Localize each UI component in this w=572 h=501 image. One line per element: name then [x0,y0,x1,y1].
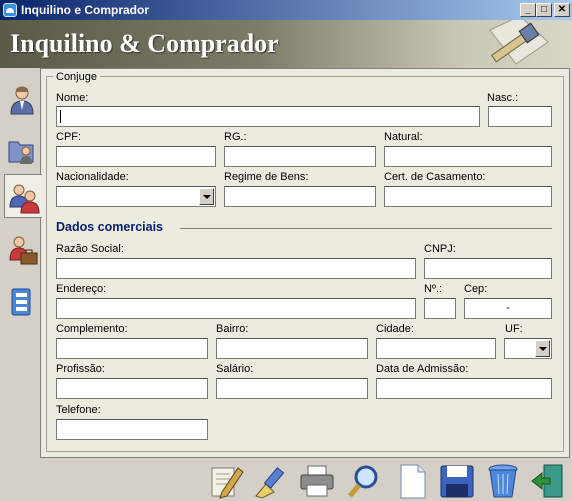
sidebar-item-spouse[interactable] [4,174,42,218]
admissao-label: Data de Admissão: [376,363,469,375]
rg-label: RG.: [224,131,247,143]
nome-field[interactable] [56,106,480,127]
person-icon [10,86,34,115]
cpf-field[interactable] [56,146,216,167]
nasc-label: Nasc.: [487,92,519,104]
trash-icon[interactable] [484,462,522,500]
section-title-comercial: Dados comerciais [56,220,163,234]
profissao-label: Profissão: [56,363,105,375]
uf-select[interactable] [504,338,552,359]
razao-field[interactable] [56,258,416,279]
numero-label: Nº.: [424,283,443,295]
cep-field[interactable]: - [464,298,552,319]
window-title: Inquilino e Comprador [21,3,149,17]
uf-label: UF: [505,323,523,335]
rg-field[interactable] [224,146,376,167]
conjuge-legend: Conjuge [53,71,100,83]
minimize-button[interactable]: _ [520,3,536,17]
natural-field[interactable] [384,146,552,167]
title-bar: Inquilino e Comprador _ □ ✕ [0,0,572,20]
cert-field[interactable] [384,186,552,207]
bairro-label: Bairro: [216,323,249,335]
regime-label: Regime de Bens: [224,171,309,183]
folder-person-icon [8,141,34,164]
regime-field[interactable] [224,186,376,207]
complemento-label: Complemento: [56,323,128,335]
nome-label: Nome: [56,92,89,104]
exit-door-icon[interactable] [530,462,568,500]
cep-label: Cep: [464,283,488,295]
sidebar-item-folder[interactable] [4,128,40,172]
chevron-down-icon[interactable] [535,340,550,357]
header-banner: Inquilino & Comprador [0,20,572,68]
cpf-label: CPF: [56,131,82,143]
close-button[interactable]: ✕ [554,3,570,17]
sidebar-item-documents[interactable] [4,280,40,324]
sidebar-item-tenant[interactable] [4,78,40,122]
nacionalidade-select[interactable] [56,186,216,207]
edit-pen-icon[interactable] [208,462,246,500]
nasc-field[interactable] [488,106,552,127]
app-cloud-icon [3,3,17,17]
couple-icon [9,184,40,214]
save-disk-icon[interactable] [438,462,476,500]
sidebar-item-business[interactable] [4,228,40,272]
document-edit-icon [11,288,31,316]
salario-label: Salário: [216,363,254,375]
razao-label: Razão Social: [56,243,124,255]
search-icon[interactable] [346,462,384,500]
telefone-field[interactable] [56,419,208,440]
maximize-button[interactable]: □ [536,3,552,17]
clean-brush-icon[interactable] [252,462,290,500]
printer-icon[interactable] [298,462,336,500]
section-divider [180,228,552,229]
cidade-field[interactable] [376,338,496,359]
profissao-field[interactable] [56,378,208,399]
natural-label: Natural: [384,131,423,143]
endereco-label: Endereço: [56,283,107,295]
admissao-field[interactable] [376,378,552,399]
cert-label: Cert. de Casamento: [384,171,486,183]
complemento-field[interactable] [56,338,208,359]
person-briefcase-icon [9,236,38,265]
page-title: Inquilino & Comprador [10,29,279,58]
new-document-icon[interactable] [394,462,432,500]
cidade-label: Cidade: [376,323,414,335]
chevron-down-icon[interactable] [199,188,214,205]
numero-field[interactable] [424,298,456,319]
endereco-field[interactable] [56,298,416,319]
nacionalidade-label: Nacionalidade: [56,171,129,183]
salario-field[interactable] [216,378,368,399]
brush-and-paint-icon [489,20,549,65]
cnpj-label: CNPJ: [424,243,456,255]
cnpj-field[interactable] [424,258,552,279]
telefone-label: Telefone: [56,404,101,416]
bairro-field[interactable] [216,338,368,359]
